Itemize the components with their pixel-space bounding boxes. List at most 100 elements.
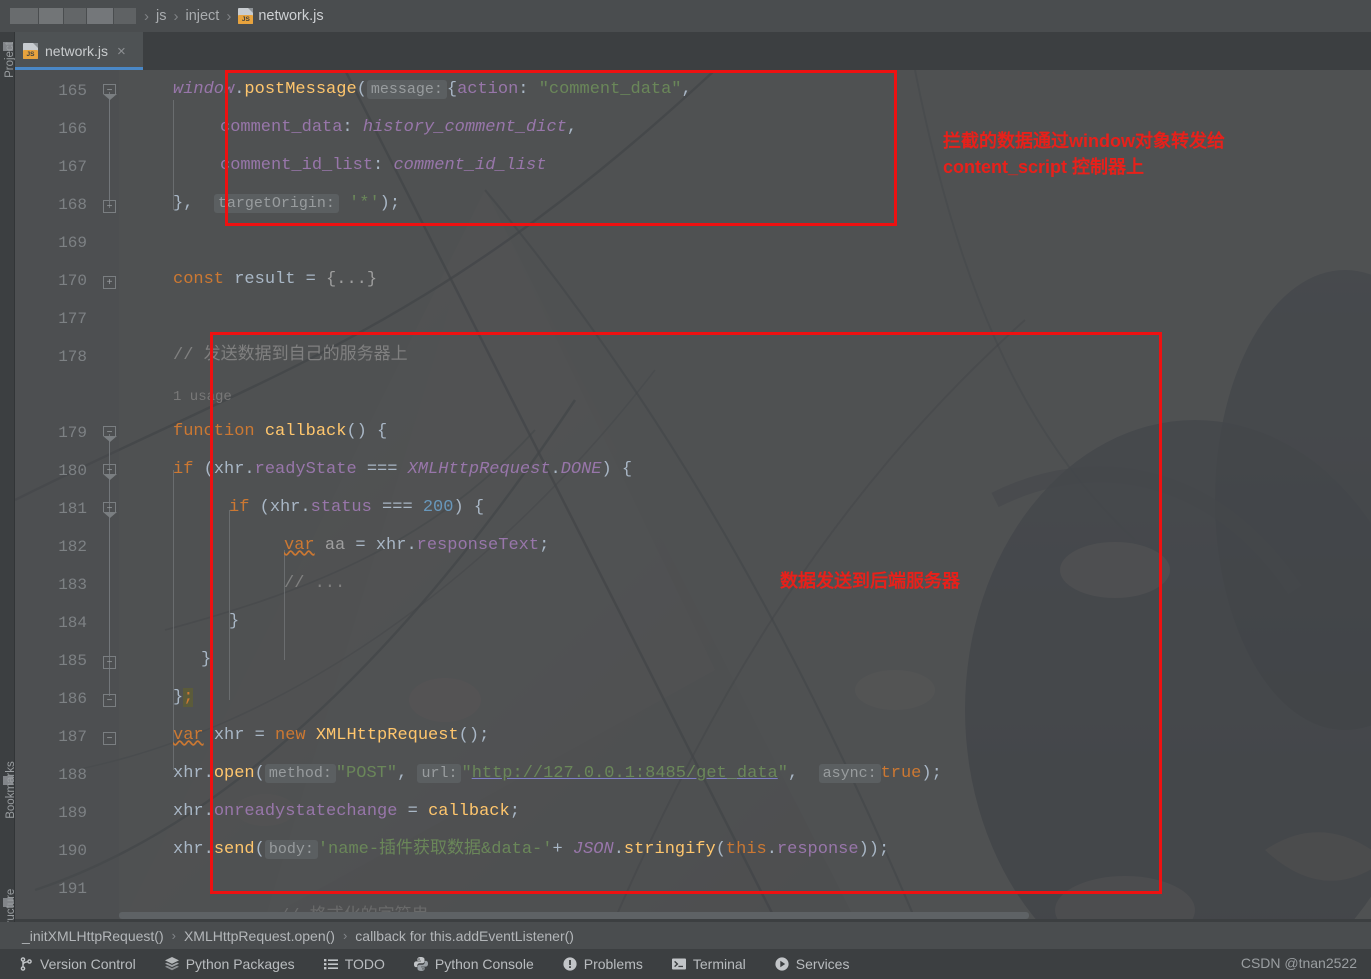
fold-collapse-icon[interactable]: − xyxy=(103,464,117,480)
fold-end-icon[interactable]: − xyxy=(103,656,116,669)
line-number: 186 xyxy=(58,690,87,708)
line-number: 167 xyxy=(58,158,87,176)
line-number: 179 xyxy=(58,424,87,442)
statusbar-item-python-packages[interactable]: Python Packages xyxy=(164,956,295,972)
structure-breadcrumb: _initXMLHttpRequest() › XMLHttpRequest.o… xyxy=(0,922,1371,949)
statusbar-item-terminal[interactable]: Terminal xyxy=(671,956,746,972)
breadcrumb-item-inject[interactable]: inject xyxy=(185,8,219,24)
editor-tab-bar: network.js × xyxy=(15,32,1371,70)
fold-region-bar xyxy=(109,92,110,208)
code-line-167: comment_id_list: comment_id_list xyxy=(220,156,547,175)
statusbar-label: Version Control xyxy=(40,956,136,972)
line-number: 169 xyxy=(58,234,87,252)
url-link[interactable]: http://127.0.0.1:8485/get_data xyxy=(472,764,778,783)
statusbar-label: Problems xyxy=(583,956,643,972)
fold-collapse-icon[interactable]: − xyxy=(103,502,117,518)
param-hint-method: method: xyxy=(264,764,336,783)
close-icon[interactable]: × xyxy=(117,44,126,59)
js-file-icon xyxy=(238,8,254,24)
problems-icon xyxy=(562,956,578,972)
statusbar-label: Terminal xyxy=(692,956,746,972)
fold-end-icon[interactable]: − xyxy=(103,200,116,213)
redacted-path-segment xyxy=(10,8,137,24)
code-line-177: // 发送数据到自己的服务器上 xyxy=(173,346,408,365)
code-line-168: }, targetOrigin: '*'); xyxy=(173,194,401,213)
tab-network-js[interactable]: network.js × xyxy=(15,32,143,70)
folded-code-marker[interactable]: {...} xyxy=(326,270,377,289)
statusbar-label: Services xyxy=(795,956,850,972)
fold-collapse-icon[interactable]: − xyxy=(103,426,117,442)
breadcrumb-callback[interactable]: callback for this.addEventListener() xyxy=(355,928,574,944)
line-number: 191 xyxy=(58,880,87,898)
line-number: 168 xyxy=(58,196,87,214)
breadcrumb-separator-icon: › xyxy=(226,7,232,25)
statusbar-item-services[interactable]: Services xyxy=(774,956,850,972)
statusbar-item-problems[interactable]: Problems xyxy=(562,956,643,972)
packages-icon xyxy=(164,956,180,972)
js-file-icon xyxy=(23,43,38,59)
code-line-189: xhr.onreadystatechange = callback; xyxy=(173,802,520,821)
statusbar-label: Python Console xyxy=(434,956,534,972)
todo-icon xyxy=(323,956,339,972)
fold-end-icon[interactable]: − xyxy=(103,694,116,707)
top-breadcrumb-bar: › js › inject › network.js xyxy=(0,0,1371,32)
tab-label: network.js xyxy=(45,43,109,59)
code-line-179: function callback() { xyxy=(173,422,388,441)
line-number: 183 xyxy=(58,576,87,594)
code-line-182: var aa = xhr.responseText; xyxy=(284,536,550,555)
param-hint-body: body: xyxy=(264,840,318,859)
statusbar-item-todo[interactable]: TODO xyxy=(323,956,385,972)
code-line-183: // ... xyxy=(284,574,346,593)
line-number: 188 xyxy=(58,766,87,784)
line-number: 181 xyxy=(58,500,87,518)
scrollbar-thumb[interactable] xyxy=(119,912,1029,919)
param-hint-message: message: xyxy=(366,80,447,99)
breadcrumb-init-xhr[interactable]: _initXMLHttpRequest() xyxy=(22,928,164,944)
code-line-186: }; xyxy=(173,688,194,707)
code-line-181: if (xhr.status === 200) { xyxy=(229,498,485,517)
line-number: 170 xyxy=(58,272,87,290)
annotation-text-postmessage: 拦截的数据通过window对象转发给 content_script 控制器上 xyxy=(943,131,1225,178)
matched-semicolon-highlight: ; xyxy=(183,688,194,707)
breadcrumb-separator-icon: › xyxy=(171,928,176,943)
statusbar-item-python-console[interactable]: Python Console xyxy=(413,956,534,972)
statusbar-item-version-control[interactable]: Version Control xyxy=(18,956,136,972)
code-line-190: xhr.send(body:'name-插件获取数据&data-'+ JSON.… xyxy=(173,840,890,859)
code-line-178-usage-hint[interactable]: 1 usage xyxy=(173,388,232,405)
branch-icon xyxy=(18,956,34,972)
line-number: 189 xyxy=(58,804,87,822)
breadcrumb-item-js[interactable]: js xyxy=(156,8,166,24)
statusbar-label: TODO xyxy=(344,956,385,972)
code-line-187: var xhr = new XMLHttpRequest(); xyxy=(173,726,490,745)
code-line-165: window.postMessage(message: {action: "com… xyxy=(173,80,692,99)
line-number: 166 xyxy=(58,120,87,138)
breadcrumb-separator-icon: › xyxy=(173,7,179,25)
breadcrumb-separator-icon: › xyxy=(144,7,149,25)
breadcrumb-separator-icon: › xyxy=(342,928,348,943)
services-icon xyxy=(774,956,790,972)
line-number: 178 xyxy=(58,348,87,366)
breadcrumb-xhr-open[interactable]: XMLHttpRequest.open() xyxy=(184,928,335,944)
line-number: 187 xyxy=(58,728,87,746)
code-content[interactable]: window.postMessage(message: {action: "com… xyxy=(119,70,1371,919)
line-number: 165 xyxy=(58,82,87,100)
watermark: CSDN @tnan2522 xyxy=(1240,955,1357,971)
left-tool-strip: Project Bookmarks Structure xyxy=(0,32,17,949)
ide-window: › js › inject › network.js Project Bookm… xyxy=(0,0,1371,979)
param-hint-url: url: xyxy=(417,764,462,783)
horizontal-scrollbar[interactable] xyxy=(119,912,1369,919)
line-number-gutter: 165 166 167 168 169 170 177 178 179 180 … xyxy=(15,70,119,919)
code-editor[interactable]: 165 166 167 168 169 170 177 178 179 180 … xyxy=(15,70,1371,919)
code-line-180: if (xhr.readyState === XMLHttpRequest.DO… xyxy=(173,460,633,479)
statusbar-label: Python Packages xyxy=(185,956,295,972)
fold-expand-icon[interactable]: + xyxy=(103,276,116,289)
line-number: 184 xyxy=(58,614,87,632)
fold-collapse-icon[interactable]: − xyxy=(103,84,117,100)
annotation-text-backend: 数据发送到后端服务器 xyxy=(780,571,960,591)
code-line-185: } xyxy=(201,650,212,669)
fold-end-icon[interactable]: − xyxy=(103,732,116,745)
param-hint-async: async: xyxy=(818,764,881,783)
line-number: 185 xyxy=(58,652,87,670)
breadcrumb-item-file[interactable]: network.js xyxy=(258,8,323,24)
line-number: 180 xyxy=(58,462,87,480)
